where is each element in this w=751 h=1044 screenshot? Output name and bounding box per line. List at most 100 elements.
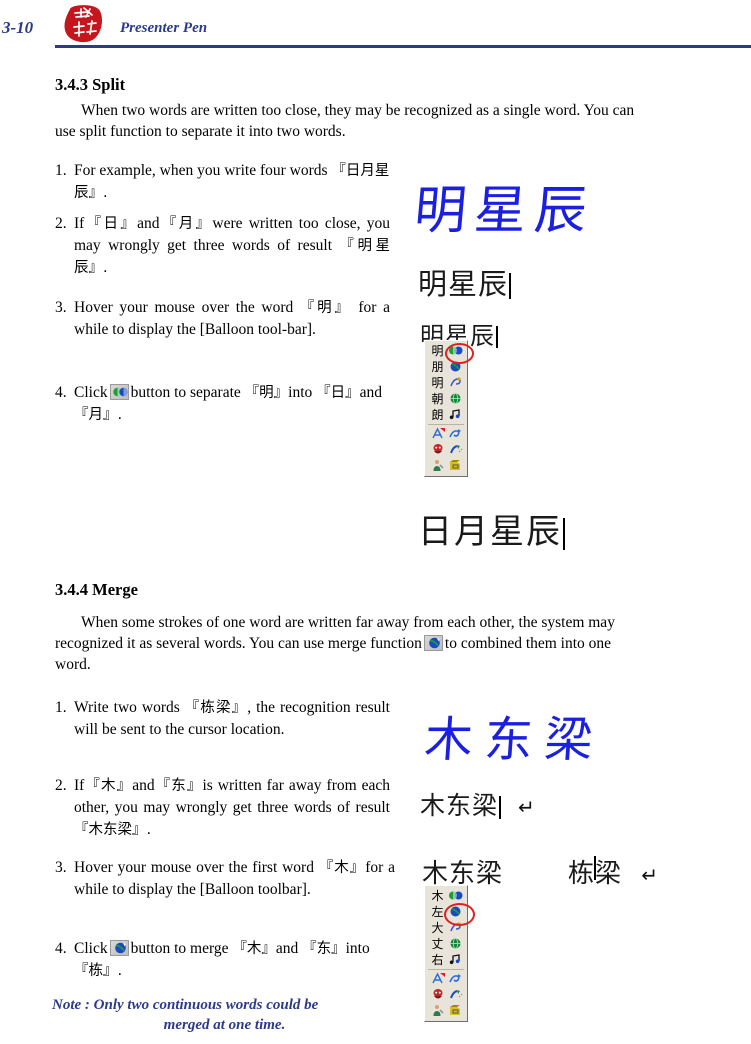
list-text-cjk: 『日』	[316, 385, 360, 401]
split-icon[interactable]	[446, 889, 465, 904]
list-number: 2.	[55, 215, 67, 232]
merge-icon[interactable]	[446, 905, 465, 920]
mask-red-icon[interactable]	[429, 443, 446, 458]
split-intro-line2: use split function to separate it into t…	[55, 123, 346, 140]
toolbar-divider	[428, 424, 464, 425]
hand-write-icon[interactable]	[446, 988, 465, 1003]
candidate-char[interactable]: 朗	[429, 408, 446, 422]
letter-a-icon[interactable]	[429, 426, 446, 442]
list-text-en: button to separate	[130, 384, 241, 401]
candidate-char[interactable]: 朋	[429, 360, 446, 374]
split-list-item-1: 1. For example, when you write four word…	[55, 160, 390, 204]
split-intro-line1: When two words are written too close, th…	[81, 102, 635, 119]
list-text-en: For example, when you write four words	[74, 162, 328, 179]
return-mark-icon: ↵	[517, 795, 536, 819]
balloon-tool-row[interactable]	[427, 987, 465, 1003]
list-text-en: Hover your mouse over the word	[74, 299, 294, 316]
globe-green-icon[interactable]	[446, 392, 465, 407]
list-text-en: and	[137, 215, 160, 232]
merge-button-icon[interactable]	[423, 635, 443, 651]
balloon-tool-row[interactable]	[427, 442, 465, 458]
balloon-row[interactable]: 左	[427, 904, 465, 920]
list-text-en: button to merge	[130, 940, 229, 957]
candidate-char[interactable]: 明	[429, 376, 446, 390]
list-text-en: Click	[74, 384, 108, 401]
merge-button-icon[interactable]	[109, 940, 129, 956]
text-caret	[594, 856, 596, 880]
split-icon[interactable]	[446, 344, 465, 359]
globe-green-icon[interactable]	[446, 937, 465, 952]
balloon-row[interactable]: 朗	[427, 407, 465, 423]
list-text-cjk: 『日』	[84, 216, 138, 232]
balloon-row[interactable]: 右	[427, 952, 465, 968]
candidate-char[interactable]: 右	[429, 953, 446, 967]
red-seal-logo	[62, 3, 106, 43]
list-text-cjk: 『东』	[154, 778, 203, 794]
list-text-en: into	[288, 384, 313, 401]
candidate-char[interactable]: 朝	[429, 392, 446, 406]
list-text-en: Click	[74, 940, 108, 957]
book-icon[interactable]	[446, 459, 465, 474]
merge-intro-line1: When some strokes of one word are writte…	[81, 614, 615, 631]
balloon-row[interactable]: 大	[427, 920, 465, 936]
scribble-blue-icon[interactable]	[446, 427, 465, 442]
list-text-cjk: 『栋梁』	[184, 700, 248, 716]
list-text-cjk: 『栋』.	[74, 963, 123, 979]
split-recognized-text: 明星辰	[418, 261, 512, 303]
hand-write-icon[interactable]	[446, 443, 465, 458]
mask-red-icon[interactable]	[429, 988, 446, 1003]
music-note-icon[interactable]	[446, 408, 465, 423]
balloon-toolbar-merge[interactable]: 木 左 大 丈 右	[424, 885, 475, 1022]
candidate-char[interactable]: 大	[429, 921, 446, 935]
text-caret	[499, 795, 502, 819]
list-text: Click button to merge 『木』and 『东』into 『栋』.	[74, 938, 395, 982]
balloon-row[interactable]: 明	[427, 375, 465, 391]
split-button-icon[interactable]	[109, 384, 129, 400]
merge-intro-line3: word.	[55, 656, 91, 673]
balloon-row[interactable]: 朋	[427, 359, 465, 375]
list-text-cjk: 『东』	[302, 941, 346, 957]
list-text-cjk: 『明』	[244, 385, 289, 401]
candidate-char[interactable]: 丈	[429, 937, 446, 951]
candidate-char[interactable]: 左	[429, 905, 446, 919]
split-list-item-3: 3. Hover your mouse over the word 『明』 fo…	[55, 297, 390, 341]
split-intro: When two words are written too close, th…	[55, 100, 751, 142]
list-text: Click button to separate 『明』into 『日』and 『月…	[74, 382, 400, 426]
balloon-tool-row[interactable]	[427, 458, 465, 474]
list-text: Hover your mouse over the word 『明』 for a…	[74, 297, 390, 341]
letter-a-icon[interactable]	[429, 971, 446, 987]
page-number: 3-10	[2, 18, 34, 37]
merge-recognized-text: 木东梁 ↵	[420, 786, 536, 822]
balloon-tool-row[interactable]	[427, 1003, 465, 1019]
list-text-cjk: 『月』	[159, 216, 213, 232]
balloon-toolbar-split[interactable]: 明 朋 明 朝 朗	[424, 340, 474, 477]
scribble-blue-icon[interactable]	[446, 972, 465, 987]
merge-intro-b: to combined them into one	[444, 635, 612, 652]
list-number: 1.	[55, 162, 67, 179]
merge-list-item-2: 2. If『木』and『东』is written far away from e…	[55, 775, 390, 841]
balloon-row[interactable]: 丈	[427, 936, 465, 952]
candidate-char[interactable]: 明	[429, 344, 446, 358]
list-number: 3.	[55, 859, 67, 876]
person-icon[interactable]	[429, 1004, 446, 1019]
merge-icon[interactable]	[446, 360, 465, 375]
pen-edit-icon[interactable]	[446, 921, 465, 936]
candidate-char[interactable]: 木	[429, 889, 446, 903]
balloon-tool-row[interactable]	[427, 426, 465, 442]
person-icon[interactable]	[429, 459, 446, 474]
list-text-en: and	[359, 384, 383, 401]
recognized-chars: 明星辰	[418, 267, 509, 301]
list-text-en: If	[74, 215, 85, 232]
balloon-row[interactable]: 明	[427, 343, 465, 359]
balloon-row[interactable]: 木	[427, 888, 465, 904]
balloon-row[interactable]: 朝	[427, 391, 465, 407]
list-text-cjk: 『木』	[318, 860, 366, 876]
list-number: 1.	[55, 699, 67, 716]
final-chars: 日月星辰	[418, 512, 562, 552]
split-list-item-2: 2. If『日』and『月』were written too close, yo…	[55, 213, 390, 279]
music-note-icon[interactable]	[446, 953, 465, 968]
book-icon[interactable]	[446, 1004, 465, 1019]
balloon-tool-row[interactable]	[427, 971, 465, 987]
list-text-en: Write two words	[74, 699, 180, 716]
pen-edit-icon[interactable]	[446, 376, 465, 391]
